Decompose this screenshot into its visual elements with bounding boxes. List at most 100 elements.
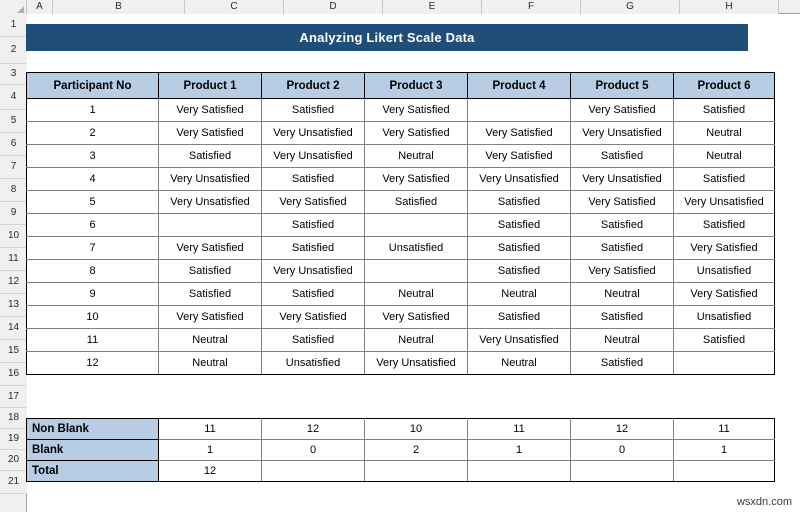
likert-response-cell: Satisfied (570, 351, 674, 375)
likert-response-cell: Very Unsatisfied (261, 121, 365, 145)
row-header-2[interactable]: 2 (0, 37, 27, 64)
likert-response-cell: Satisfied (570, 213, 674, 237)
column-header-e[interactable]: E (383, 0, 482, 14)
likert-response-cell: Very Unsatisfied (467, 328, 571, 352)
summary-value-cell: 2 (364, 439, 468, 461)
column-header-h[interactable]: H (680, 0, 779, 14)
table-row: 11 Neutral Satisfied Neutral Very Unsatisfie… (26, 328, 775, 352)
likert-response-cell (364, 213, 468, 237)
likert-response-cell: Very Satisfied (158, 98, 262, 122)
likert-response-cell: Very Unsatisfied (673, 190, 775, 214)
table-row: 3 Satisfied Very Unsatisfied Neutral Very Sa… (26, 144, 775, 168)
column-header-c[interactable]: C (185, 0, 284, 14)
likert-response-cell: Very Satisfied (467, 121, 571, 145)
row-header-14[interactable]: 14 (0, 317, 27, 340)
likert-response-cell: Very Unsatisfied (158, 190, 262, 214)
likert-column-header: Product 6 (673, 72, 775, 99)
row-header-7[interactable]: 7 (0, 156, 27, 179)
likert-header-row: Participant No Product 1 Product 2 Product … (26, 72, 775, 99)
row-header-8[interactable]: 8 (0, 179, 27, 202)
likert-response-cell: Satisfied (261, 236, 365, 260)
likert-response-cell: Unsatisfied (673, 259, 775, 283)
row-header-10[interactable]: 10 (0, 225, 27, 248)
participant-number-cell: 6 (26, 213, 159, 237)
table-row: 4 Very Unsatisfied Satisfied Very Satisfied… (26, 167, 775, 191)
row-header-gutter: 1 2 3 4 5 6 7 8 9 10 11 12 13 14 15 16 17 18 19 20 21 (0, 14, 27, 512)
table-row: 7 Very Satisfied Satisfied Unsatisfied Satis… (26, 236, 775, 260)
likert-column-header: Product 3 (364, 72, 468, 99)
summary-value-cell: 12 (261, 418, 365, 440)
summary-table: Non Blank 11 12 10 11 12 11 Blank 1 0 2 1 0 1 Total 12 (26, 418, 775, 482)
likert-response-cell: Satisfied (261, 167, 365, 191)
likert-response-cell: Satisfied (158, 259, 262, 283)
summary-value-cell: 12 (570, 418, 674, 440)
row-header-18[interactable]: 18 (0, 408, 27, 429)
likert-response-cell: Satisfied (673, 328, 775, 352)
select-all-triangle-icon[interactable] (0, 0, 27, 14)
watermark-label: wsxdn.com (736, 496, 792, 508)
likert-response-cell: Very Satisfied (158, 121, 262, 145)
row-header-1[interactable]: 1 (0, 14, 27, 37)
likert-response-cell: Very Satisfied (570, 190, 674, 214)
row-header-16[interactable]: 16 (0, 363, 27, 386)
likert-response-cell: Very Unsatisfied (570, 167, 674, 191)
likert-response-cell: Unsatisfied (673, 305, 775, 329)
participant-number-cell: 2 (26, 121, 159, 145)
summary-row-label: Total (26, 460, 159, 482)
likert-response-cell: Very Satisfied (364, 121, 468, 145)
row-header-15[interactable]: 15 (0, 340, 27, 363)
row-header-4[interactable]: 4 (0, 85, 27, 110)
likert-response-cell: Very Satisfied (673, 236, 775, 260)
participant-number-cell: 11 (26, 328, 159, 352)
summary-value-cell: 0 (570, 439, 674, 461)
likert-response-cell: Very Satisfied (364, 98, 468, 122)
page-title: Analyzing Likert Scale Data (26, 24, 748, 51)
likert-response-cell: Neutral (364, 282, 468, 306)
likert-response-cell: Neutral (467, 351, 571, 375)
likert-response-cell: Satisfied (570, 144, 674, 168)
likert-response-cell: Neutral (364, 144, 468, 168)
likert-data-table: Participant No Product 1 Product 2 Product … (26, 72, 775, 375)
row-header-5[interactable]: 5 (0, 110, 27, 133)
row-header-11[interactable]: 11 (0, 248, 27, 271)
likert-response-cell: Very Unsatisfied (261, 144, 365, 168)
row-header-20[interactable]: 20 (0, 450, 27, 471)
row-header-12[interactable]: 12 (0, 271, 27, 294)
row-header-19[interactable]: 19 (0, 429, 27, 450)
row-header-6[interactable]: 6 (0, 133, 27, 156)
likert-response-cell: Satisfied (673, 167, 775, 191)
likert-response-cell: Very Unsatisfied (158, 167, 262, 191)
likert-column-header: Product 5 (570, 72, 674, 99)
likert-response-cell: Very Satisfied (158, 305, 262, 329)
likert-column-header: Product 1 (158, 72, 262, 99)
likert-response-cell: Very Satisfied (261, 190, 365, 214)
column-header-g[interactable]: G (581, 0, 680, 14)
likert-response-cell (158, 213, 262, 237)
row-header-3[interactable]: 3 (0, 64, 27, 85)
likert-response-cell (467, 98, 571, 122)
likert-response-cell (673, 351, 775, 375)
participant-number-cell: 9 (26, 282, 159, 306)
row-header-13[interactable]: 13 (0, 294, 27, 317)
row-header-21[interactable]: 21 (0, 471, 27, 494)
likert-response-cell: Satisfied (261, 98, 365, 122)
participant-number-cell: 10 (26, 305, 159, 329)
likert-table-body: 1 Very Satisfied Satisfied Very Satisfied Ve… (26, 98, 775, 375)
likert-response-cell: Very Satisfied (673, 282, 775, 306)
participant-number-cell: 4 (26, 167, 159, 191)
row-header-9[interactable]: 9 (0, 202, 27, 225)
likert-response-cell: Very Unsatisfied (467, 167, 571, 191)
column-header-f[interactable]: F (482, 0, 581, 14)
column-header-b[interactable]: B (53, 0, 185, 14)
table-row: 6 Satisfied Satisfied Satisfied Satisfied (26, 213, 775, 237)
likert-response-cell: Satisfied (261, 328, 365, 352)
column-header-a[interactable]: A (27, 0, 53, 14)
row-header-17[interactable]: 17 (0, 386, 27, 408)
likert-response-cell: Very Satisfied (364, 167, 468, 191)
likert-response-cell: Satisfied (467, 259, 571, 283)
likert-response-cell: Very Unsatisfied (364, 351, 468, 375)
summary-value-cell (673, 460, 775, 482)
likert-response-cell: Satisfied (673, 213, 775, 237)
column-header-d[interactable]: D (284, 0, 383, 14)
summary-value-cell: 11 (158, 418, 262, 440)
